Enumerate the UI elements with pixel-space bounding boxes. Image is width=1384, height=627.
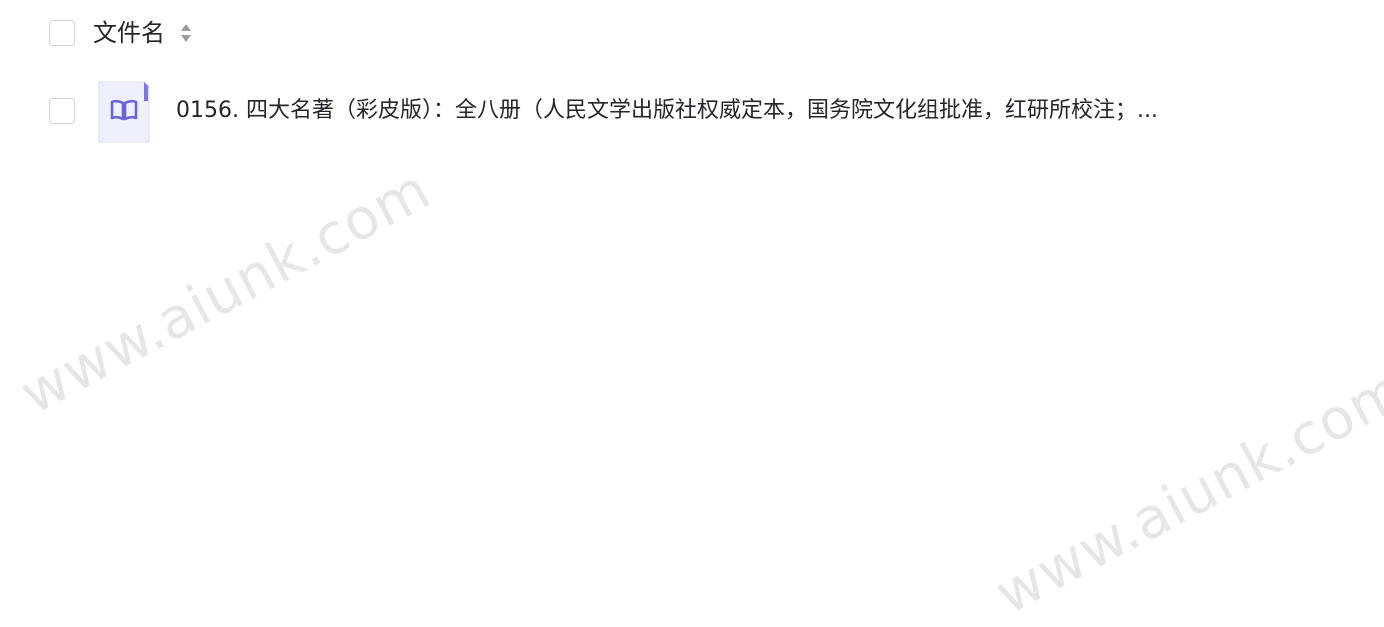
column-header-filename: 文件名 [93, 19, 165, 47]
table-row[interactable]: 0156. 四大名著（彩皮版）：全八册（人民文学出版社权威定本，国务院文化组批准… [0, 76, 1384, 148]
row-checkbox[interactable] [49, 98, 75, 124]
book-file-icon [98, 81, 150, 143]
watermark-text: www.aiunk.com [10, 156, 442, 428]
file-name-link[interactable]: 0156. 四大名著（彩皮版）：全八册（人民文学出版社权威定本，国务院文化组批准… [176, 94, 1246, 128]
table-header: 文件名 [0, 0, 1384, 66]
sort-icon[interactable] [179, 21, 193, 45]
select-all-checkbox[interactable] [49, 20, 75, 46]
watermark-text: www.aiunk.com [985, 356, 1384, 627]
